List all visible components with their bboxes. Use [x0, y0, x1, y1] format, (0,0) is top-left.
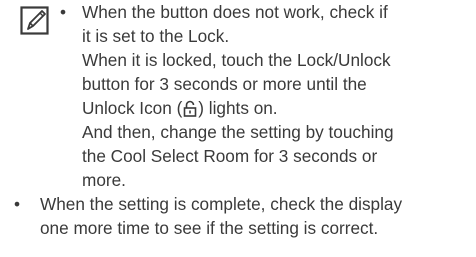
unlock-text-suffix: ) lights on. — [198, 98, 278, 118]
unlock-icon — [183, 100, 197, 117]
main-block: • When the setting is complete, check th… — [14, 192, 476, 240]
main-bullet-item: • When the setting is complete, check th… — [14, 192, 476, 240]
bullet-marker: • — [14, 194, 21, 214]
note-bullet-item: • When the button does not work, check i… — [60, 0, 476, 192]
note-pencil-icon — [20, 6, 49, 35]
note-line-unlock: Unlock Icon ( ) lights on. — [82, 96, 476, 120]
note-line: When the button does not work, check if — [82, 2, 388, 22]
note-line: more. — [82, 170, 126, 190]
main-line: one more time to see if the setting is c… — [40, 218, 379, 238]
note-line: When it is locked, touch the Lock/Unlock — [82, 50, 391, 70]
note-block: • When the button does not work, check i… — [60, 0, 476, 192]
unlock-text-prefix: Unlock Icon ( — [82, 98, 183, 118]
note-line: And then, change the setting by touching — [82, 122, 394, 142]
note-line: the Cool Select Room for 3 seconds or — [82, 146, 378, 166]
note-line: button for 3 seconds or more until the — [82, 74, 367, 94]
bullet-marker: • — [60, 2, 67, 22]
main-line: When the setting is complete, check the … — [40, 194, 403, 214]
note-line: it is set to the Lock. — [82, 26, 230, 46]
